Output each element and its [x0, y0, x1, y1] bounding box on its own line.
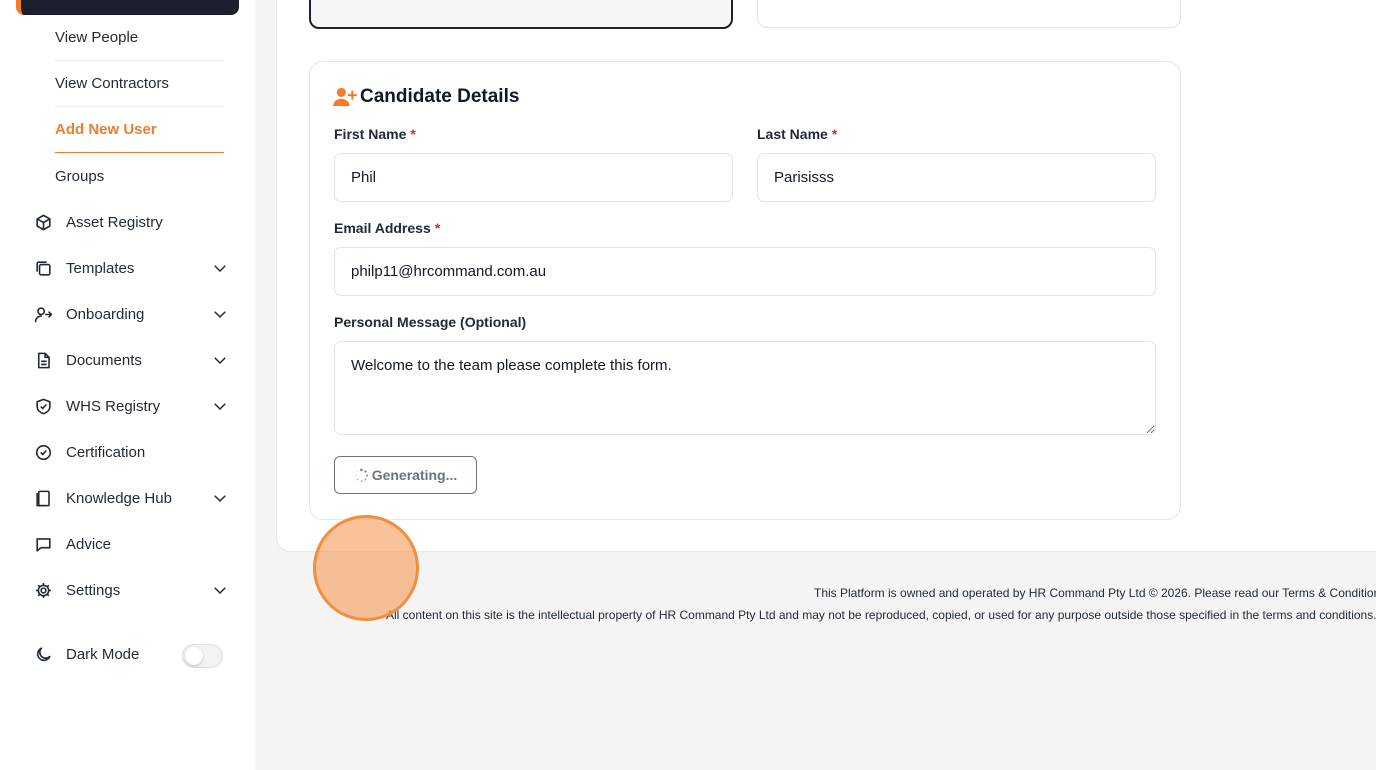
first-name-label-text: First Name: [334, 126, 407, 142]
selection-option-card-selected[interactable]: [309, 0, 733, 29]
document-icon: [33, 350, 53, 370]
chevron-down-icon[interactable]: [211, 489, 229, 507]
dark-mode-toggle[interactable]: [182, 644, 223, 668]
toggle-knob: [185, 647, 203, 665]
chevron-down-icon[interactable]: [211, 397, 229, 415]
sidebar-item-knowledge-hub[interactable]: Knowledge Hub: [33, 483, 233, 513]
personal-message-label: Personal Message (Optional): [334, 314, 526, 330]
sidebar-subitem-add-new-user[interactable]: Add New User: [55, 107, 224, 153]
sidebar-subitem-label: View People: [55, 29, 139, 46]
shield-check-icon: [33, 396, 53, 416]
chevron-down-icon[interactable]: [211, 259, 229, 277]
email-label: Email Address *: [334, 220, 440, 236]
sidebar-subitem-view-contractors[interactable]: View Contractors: [55, 61, 224, 107]
box-icon: [33, 212, 53, 232]
check-circle-icon: [33, 442, 53, 462]
book-icon: [33, 488, 53, 508]
sidebar-subitem-label: View Contractors: [55, 75, 169, 92]
footer-ip-text: All content on this site is the intellec…: [386, 608, 1376, 622]
sidebar-item-onboarding[interactable]: Onboarding: [33, 299, 233, 329]
last-name-input[interactable]: [757, 153, 1156, 202]
last-name-label-text: Last Name: [757, 126, 828, 142]
generating-button[interactable]: Generating...: [334, 456, 477, 494]
chevron-down-icon[interactable]: [211, 305, 229, 323]
first-name-input[interactable]: [334, 153, 733, 202]
sidebar-item-label: Documents: [66, 351, 142, 369]
chat-icon: [33, 534, 53, 554]
required-mark: *: [434, 220, 441, 236]
user-arrow-icon: [33, 304, 53, 324]
gear-icon: [33, 580, 53, 600]
card-title-text: Candidate Details: [360, 86, 520, 107]
user-plus-icon: [333, 87, 357, 107]
spinner-icon: [354, 468, 368, 482]
moon-icon: [33, 644, 53, 664]
sidebar-item-label: Settings: [66, 581, 121, 599]
required-mark: *: [410, 126, 416, 142]
personal-message-textarea[interactable]: Welcome to the team please complete this…: [334, 341, 1156, 435]
generating-button-label: Generating...: [371, 467, 458, 483]
sidebar-item-certification[interactable]: Certification: [33, 437, 233, 467]
dark-mode-row: Dark Mode: [33, 639, 173, 669]
footer-ownership-text: This Platform is owned and operated by H…: [814, 586, 1376, 600]
sidebar-item-whs-registry[interactable]: WHS Registry: [33, 391, 233, 421]
sidebar-subitem-view-people[interactable]: View People: [55, 15, 224, 61]
first-name-label: First Name *: [334, 126, 416, 142]
required-mark: *: [831, 126, 838, 142]
sidebar-subitem-groups[interactable]: Groups: [55, 153, 224, 199]
email-label-text: Email Address: [334, 220, 431, 236]
sidebar-item-settings[interactable]: Settings: [33, 575, 233, 605]
sidebar: View People View Contractors Add New Use…: [0, 0, 255, 770]
email-input[interactable]: [334, 247, 1156, 296]
sidebar-item-label: WHS Registry: [66, 397, 161, 415]
sidebar-item-people-active[interactable]: [16, 0, 239, 15]
selection-option-card[interactable]: [757, 0, 1181, 28]
sidebar-item-asset-registry[interactable]: Asset Registry: [33, 207, 233, 237]
card-title: Candidate Details: [333, 84, 519, 110]
dark-mode-label: Dark Mode: [66, 645, 140, 663]
sidebar-item-advice[interactable]: Advice: [33, 529, 233, 559]
personal-message-label-text: Personal Message (Optional): [334, 314, 527, 330]
sidebar-item-label: Templates: [66, 259, 135, 277]
chevron-down-icon[interactable]: [211, 351, 229, 369]
sidebar-item-label: Onboarding: [66, 305, 145, 323]
sidebar-subitem-label: Add New User: [55, 121, 157, 138]
sidebar-subitem-label: Groups: [55, 167, 105, 185]
sidebar-item-label: Knowledge Hub: [66, 489, 172, 507]
copy-icon: [33, 258, 53, 278]
last-name-label: Last Name *: [757, 126, 837, 142]
sidebar-item-templates[interactable]: Templates: [33, 253, 233, 283]
sidebar-item-label: Advice: [66, 535, 112, 553]
sidebar-item-documents[interactable]: Documents: [33, 345, 233, 375]
chevron-down-icon[interactable]: [211, 581, 229, 599]
sidebar-item-label: Asset Registry: [66, 213, 163, 231]
sidebar-item-label: Certification: [66, 443, 146, 461]
